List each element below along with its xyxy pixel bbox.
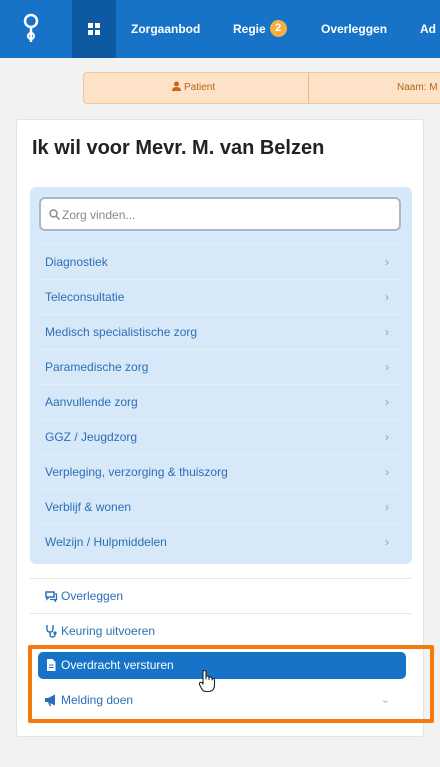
chevron-right-icon: ›: [385, 325, 389, 339]
category-list: Diagnostiek › Teleconsultatie › Medisch sp…: [39, 244, 401, 559]
chevron-right-icon: ›: [385, 360, 389, 374]
logo-icon[interactable]: [14, 12, 48, 46]
search-input[interactable]: Zorg vinden...: [39, 197, 401, 231]
action-keuring-uitvoeren[interactable]: Keuring uitvoeren: [30, 613, 412, 648]
notification-badge: 2: [269, 20, 287, 38]
nav-item-zorgaanbod[interactable]: Zorgaanbod: [131, 0, 200, 58]
chevron-right-icon: ›: [385, 430, 389, 444]
nav-home-button[interactable]: [72, 0, 116, 58]
page-title: Ik wil voor Mevr. M. van Belzen: [32, 137, 325, 159]
category-item-teleconsultatie[interactable]: Teleconsultatie ›: [39, 279, 401, 314]
nav-item-overleggen[interactable]: Overleggen: [321, 0, 387, 58]
category-item-paramedische-zorg[interactable]: Paramedische zorg ›: [39, 349, 401, 384]
chevron-right-icon: ›: [385, 395, 389, 409]
category-box: Zorg vinden... Diagnostiek › Teleconsulta…: [30, 187, 412, 564]
search-icon: [49, 209, 60, 221]
patient-name-field: Naam: M: [397, 82, 438, 93]
stethoscope-icon: [46, 624, 57, 638]
category-item-verblijf-wonen[interactable]: Verblijf & wonen ›: [39, 489, 401, 524]
category-item-welzijn-hulpmiddelen[interactable]: Welzijn / Hulpmiddelen ›: [39, 524, 401, 559]
patient-tab[interactable]: Patient: [172, 81, 215, 93]
highlight-box: [28, 645, 434, 723]
user-icon: [172, 81, 181, 92]
chevron-right-icon: ›: [385, 255, 389, 269]
action-overleggen[interactable]: Overleggen: [30, 578, 412, 613]
chevron-right-icon: ›: [385, 535, 389, 549]
category-item-diagnostiek[interactable]: Diagnostiek ›: [39, 244, 401, 279]
nav-item-regie[interactable]: Regie 2: [233, 0, 287, 58]
divider: [308, 73, 309, 103]
hand-cursor-icon: [198, 669, 216, 693]
chevron-right-icon: ›: [385, 500, 389, 514]
chevron-right-icon: ›: [385, 290, 389, 304]
category-item-verpleging[interactable]: Verpleging, verzorging & thuiszorg ›: [39, 454, 401, 489]
category-item-ggz-jeugdzorg[interactable]: GGZ / Jeugdzorg ›: [39, 419, 401, 454]
chat-icon: [45, 591, 58, 603]
grid-icon: [88, 23, 100, 35]
top-navigation-bar: Zorgaanbod Regie 2 Overleggen Ad: [0, 0, 440, 58]
search-placeholder: Zorg vinden...: [62, 208, 136, 222]
nav-item-admin[interactable]: Ad: [420, 0, 436, 58]
patient-context-bar: Patient Naam: M: [83, 72, 440, 104]
category-item-aanvullende-zorg[interactable]: Aanvullende zorg ›: [39, 384, 401, 419]
category-item-medisch-specialistische-zorg[interactable]: Medisch specialistische zorg ›: [39, 314, 401, 349]
chevron-right-icon: ›: [385, 465, 389, 479]
